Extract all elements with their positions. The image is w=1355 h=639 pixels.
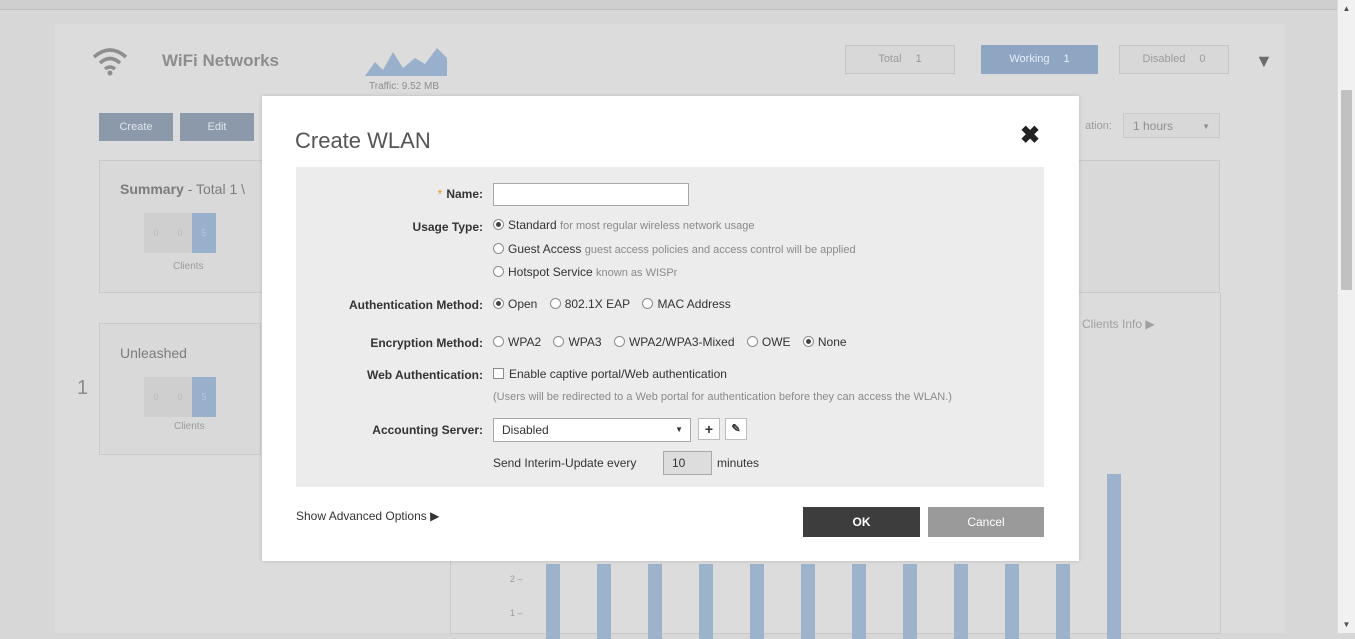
encryption-options: WPA2 WPA3 WPA2/WPA3-Mixed OWE None xyxy=(493,335,856,349)
usage-type-label: Usage Type: xyxy=(412,220,483,234)
chart-bar xyxy=(648,564,662,639)
usage-guest-option[interactable]: Guest Access guest access policies and a… xyxy=(493,242,856,256)
summary-clients-label: Clients xyxy=(173,261,204,272)
enc-mixed-option[interactable]: WPA2/WPA3-Mixed xyxy=(613,335,735,349)
web-auth-label: Web Authentication: xyxy=(367,368,483,382)
create-wlan-dialog: Create WLAN ✖ * Name: Usage Type: Standar… xyxy=(262,96,1079,561)
summary-title: Summary - Total 1 \ xyxy=(120,181,246,197)
scroll-down-icon[interactable]: ▼ xyxy=(1338,616,1355,633)
usage-standard-option[interactable]: Standard for most regular wireless netwo… xyxy=(493,218,754,232)
scroll-thumb[interactable] xyxy=(1341,90,1352,290)
chart-bar xyxy=(801,564,815,639)
auth-open-option[interactable]: Open xyxy=(493,297,537,311)
usage-hotspot-option[interactable]: Hotspot Service known as WISPr xyxy=(493,265,677,279)
chart-bar xyxy=(903,564,917,639)
summary-counts: 0 0 5 xyxy=(144,213,244,253)
interim-update-input[interactable] xyxy=(663,451,712,475)
edit-button[interactable]: Edit xyxy=(180,113,254,141)
ok-button[interactable]: OK xyxy=(803,507,920,537)
dialog-title: Create WLAN xyxy=(295,128,431,153)
create-button[interactable]: Create xyxy=(99,113,173,141)
chart-bar xyxy=(750,564,764,639)
stat-working[interactable]: Working 1 xyxy=(981,45,1098,74)
stat-total[interactable]: Total 1 xyxy=(845,45,955,74)
cancel-button[interactable]: Cancel xyxy=(928,507,1044,537)
chart-bar xyxy=(699,564,713,639)
browser-top-edge xyxy=(0,0,1338,10)
enc-none-option[interactable]: None xyxy=(802,335,847,349)
add-server-button[interactable]: + xyxy=(698,418,720,440)
enc-wpa2-option[interactable]: WPA2 xyxy=(493,335,541,349)
accounting-server-label: Accounting Server: xyxy=(372,423,483,437)
auth-8021x-option[interactable]: 802.1X EAP xyxy=(549,297,630,311)
scroll-up-icon[interactable]: ▲ xyxy=(1338,0,1355,17)
chevron-down-icon: ▼ xyxy=(675,425,683,434)
enc-wpa3-option[interactable]: WPA3 xyxy=(553,335,602,349)
network-name: Unleashed xyxy=(120,345,187,361)
page-title: WiFi Networks xyxy=(162,51,279,70)
chart-bar xyxy=(1107,474,1121,639)
traffic-sparkline-icon xyxy=(365,48,447,76)
chart-bar xyxy=(852,564,866,639)
chart-bar xyxy=(1056,564,1070,639)
auth-method-options: Open 802.1X EAP MAC Address xyxy=(493,297,740,311)
duration-label: ation: xyxy=(1085,120,1112,132)
page-scrollbar[interactable]: ▲ ▼ xyxy=(1337,0,1355,633)
show-advanced-options-link[interactable]: Show Advanced Options ▶ xyxy=(296,509,439,523)
chart-bar xyxy=(546,564,560,639)
checkbox-icon[interactable] xyxy=(493,368,504,379)
chevron-down-icon: ▼ xyxy=(1202,122,1210,131)
chart-bar xyxy=(1005,564,1019,639)
name-input[interactable] xyxy=(493,183,689,206)
collapse-caret-icon[interactable]: ▼ xyxy=(1255,51,1273,72)
auth-mac-option[interactable]: MAC Address xyxy=(642,297,731,311)
web-auth-note: (Users will be redirected to a Web porta… xyxy=(493,391,952,403)
encryption-method-label: Encryption Method: xyxy=(370,336,483,350)
network-card[interactable]: Unleashed 0 0 5 Clients xyxy=(99,323,261,455)
network-counts: 0 0 5 xyxy=(144,377,244,417)
traffic-label: Traffic: 9.52 MB xyxy=(369,81,440,92)
accounting-server-select[interactable]: Disabled ▼ xyxy=(493,418,691,442)
chart-bar xyxy=(954,564,968,639)
edit-pencil-icon[interactable]: ✎ xyxy=(725,418,747,440)
duration-select[interactable]: 1 hours ▼ xyxy=(1123,113,1220,138)
close-icon[interactable]: ✖ xyxy=(1018,124,1042,148)
interim-prefix: Send Interim-Update every xyxy=(493,456,637,470)
network-clients-label: Clients xyxy=(174,421,205,432)
interim-suffix: minutes xyxy=(717,456,760,470)
auth-method-label: Authentication Method: xyxy=(349,298,483,312)
stat-disabled[interactable]: Disabled 0 xyxy=(1119,45,1229,74)
network-index: 1 xyxy=(77,377,89,399)
radio-selected-icon[interactable] xyxy=(493,219,504,230)
wifi-icon xyxy=(92,48,128,76)
web-auth-checkbox[interactable]: Enable captive portal/Web authentication xyxy=(493,367,727,381)
name-label: * Name: xyxy=(437,187,483,201)
enc-owe-option[interactable]: OWE xyxy=(746,335,791,349)
radio-icon[interactable] xyxy=(493,243,504,254)
wlan-form: * Name: Usage Type: Standard for most reg… xyxy=(296,167,1044,487)
chart-bar xyxy=(597,564,611,639)
radio-icon[interactable] xyxy=(493,266,504,277)
